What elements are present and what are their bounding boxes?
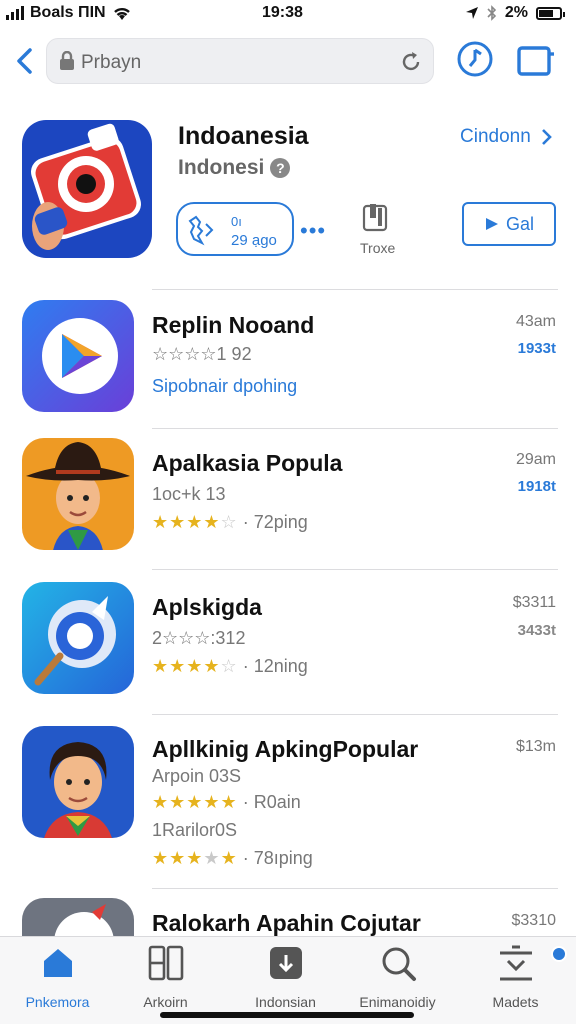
notification-badge — [551, 946, 567, 962]
app-time: 43am — [515, 313, 556, 330]
app-rating: ★★★★☆ · 72ping — [152, 512, 308, 532]
app-icon-search[interactable] — [22, 582, 134, 694]
get-button-label: Gal — [505, 213, 534, 234]
app-time: $3311 — [512, 594, 556, 611]
app-title: Aplskigda — [152, 594, 262, 620]
divider — [152, 289, 558, 290]
star-rating: ★★★★★ — [152, 848, 238, 868]
download-icon — [269, 947, 302, 979]
app-badge: 3433t — [517, 622, 556, 639]
app-rating-line: ☆☆☆☆1 92 — [152, 344, 252, 364]
get-button[interactable]: Gal — [462, 202, 556, 246]
app-badge: 1918t — [517, 478, 556, 495]
carrier-label: Boals ΠΙΝ — [30, 4, 106, 21]
star-rating: ★★★★☆ — [152, 512, 238, 532]
rating-text: R0ain — [253, 792, 301, 812]
size-label: Troxe — [360, 240, 396, 256]
pill-top-text: 0ı — [231, 214, 242, 229]
divider — [152, 714, 558, 715]
featured-link[interactable]: Cindonn — [460, 126, 553, 148]
pill-bottom-text: 29 ạgo — [231, 232, 277, 249]
battery-icon — [536, 6, 565, 20]
home-indicator — [160, 1012, 414, 1018]
address-bar[interactable]: Prbayn — [46, 38, 434, 84]
app-badge: 1933t — [517, 340, 556, 357]
app-rating-2: ★★★★★ · 78ıping — [152, 848, 313, 868]
app-icon-portrait[interactable] — [22, 726, 134, 838]
bluetooth-icon — [487, 5, 497, 21]
clock: 19:38 — [262, 4, 303, 21]
featured-subtitle-text: Indonesi — [178, 156, 265, 179]
featured-app[interactable]: Indoanesia Indonesi ? Cindonn 0ı 29 ạgo … — [0, 118, 576, 278]
tab-bar: Pnkemora Arkoirn Indonsian Enimanoidiy M… — [0, 936, 576, 1024]
map-icon — [188, 215, 214, 246]
star-rating: ★★★★☆ — [152, 656, 238, 676]
updates-icon — [499, 945, 532, 981]
wifi-icon — [113, 7, 130, 20]
more-icon[interactable]: ••• — [300, 220, 326, 242]
help-icon[interactable]: ? — [270, 158, 291, 178]
battery-percent: 2% — [504, 4, 528, 21]
search-icon — [382, 947, 416, 981]
tab-label: Indonsian — [255, 994, 316, 1010]
status-bar: Boals ΠΙΝ 19:38 2% — [0, 0, 576, 26]
featured-app-icon[interactable] — [22, 120, 152, 258]
home-icon — [43, 949, 72, 977]
app-rating: ★★★★★ · R0ain — [152, 792, 301, 812]
rating-text: 78ıping — [253, 848, 313, 868]
app-meta: 1oc+k 13 — [152, 484, 226, 504]
tab-label: Madets — [492, 994, 539, 1010]
file-size-icon — [362, 204, 388, 232]
app-time: $3310 — [511, 912, 557, 929]
tab-apps[interactable]: Arkoirn — [108, 943, 223, 1010]
timer-icon[interactable] — [456, 40, 494, 78]
tab-indonesian[interactable]: Indonsian — [228, 943, 343, 1010]
signal-icon — [6, 6, 24, 20]
back-icon[interactable] — [12, 46, 38, 76]
app-meta: Arpoin 03S — [152, 766, 242, 786]
app-meta: 2☆☆☆:312 — [152, 628, 246, 648]
location-icon — [465, 7, 478, 19]
tab-home[interactable]: Pnkemora — [0, 943, 115, 1010]
divider — [152, 888, 558, 889]
rating-text: 72ping — [253, 512, 308, 532]
app-description: Sipobnair dpohing — [152, 376, 298, 396]
app-time: $13m — [515, 738, 556, 755]
tab-search[interactable]: Enimanoidiy — [340, 943, 455, 1010]
app-time: 29am — [515, 451, 556, 468]
featured-subtitle: Indonesi ? — [178, 156, 291, 180]
app-title: Apllkinig ApkingPopular — [152, 736, 419, 762]
divider — [152, 569, 558, 570]
reload-icon[interactable] — [399, 50, 423, 74]
app-icon-play[interactable] — [22, 300, 134, 412]
rating-text: 12ning — [253, 656, 308, 676]
app-icon-avatar[interactable] — [22, 438, 134, 550]
app-title: Replin Nooand — [152, 312, 315, 338]
rating-pill[interactable]: 0ı 29 ạgo — [176, 202, 294, 256]
app-icon-partial[interactable] — [22, 898, 134, 938]
browser-toolbar: Prbayn — [0, 34, 576, 90]
grid-icon — [148, 945, 183, 981]
divider — [152, 428, 558, 429]
chevron-right-icon — [541, 129, 552, 145]
featured-link-text: Cindonn — [460, 126, 531, 147]
app-meta-2: 1Rarilor0S — [152, 820, 238, 840]
play-icon — [485, 218, 498, 230]
app-title: Ralokarh Apahin Cojutar — [152, 910, 421, 936]
tab-label: Enimanoidiy — [359, 994, 436, 1010]
tab-label: Arkoirn — [143, 994, 188, 1010]
app-title: Apalkasia Popula — [152, 450, 343, 476]
star-rating: ★★★★★ — [152, 792, 238, 812]
lock-icon — [60, 51, 74, 70]
tabs-icon[interactable] — [516, 42, 558, 78]
featured-title: Indoanesia — [178, 122, 309, 150]
app-rating: ★★★★☆ · 12ning — [152, 656, 308, 676]
url-text: Prbayn — [81, 52, 142, 73]
tab-label: Pnkemora — [25, 994, 90, 1010]
